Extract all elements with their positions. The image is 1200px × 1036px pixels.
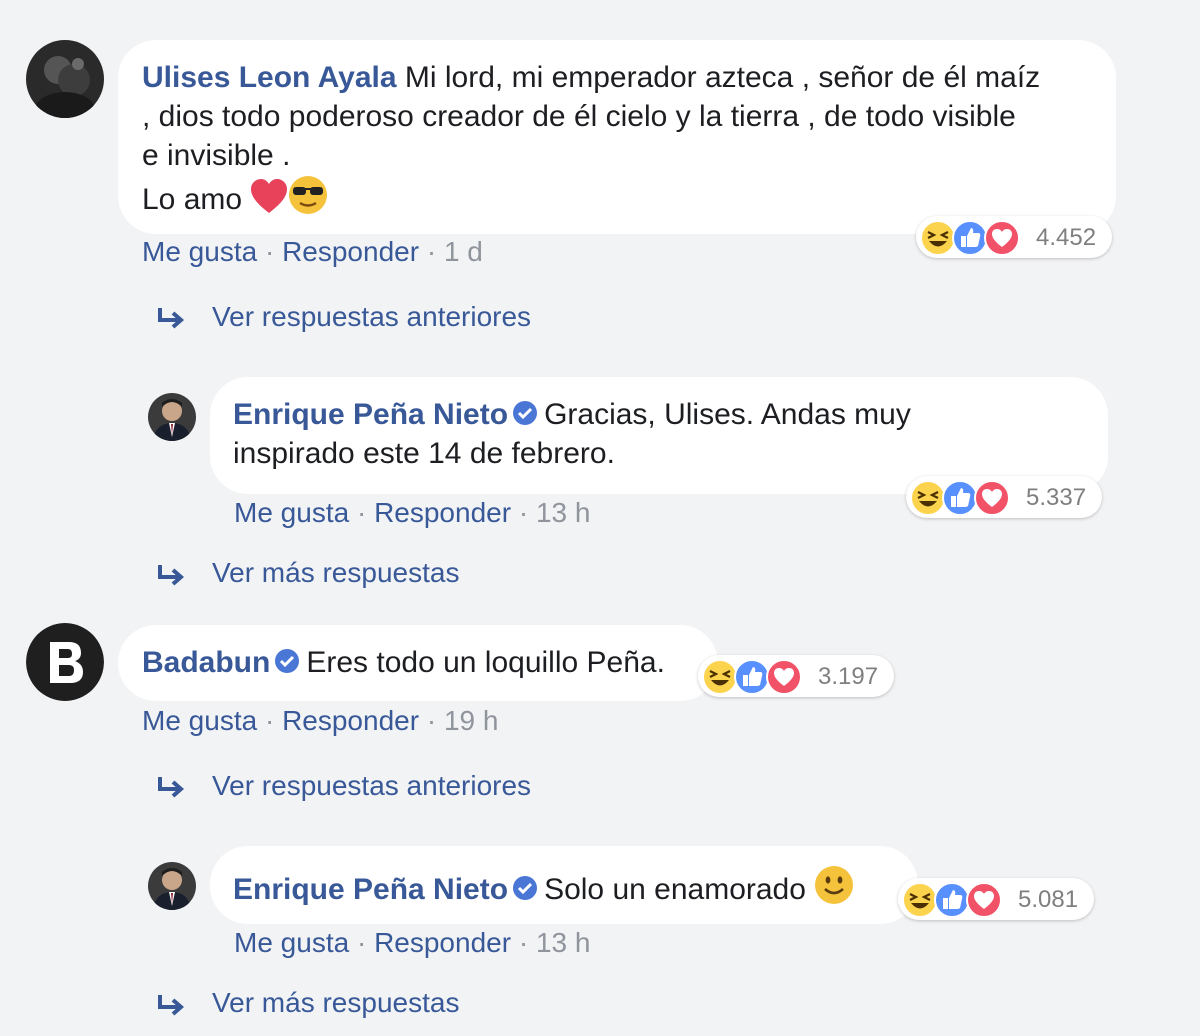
haha-icon — [920, 220, 956, 256]
verified-badge-icon — [274, 646, 300, 685]
reactions-count: 3.197 — [818, 663, 879, 690]
comment-author[interactable]: Badabun — [142, 646, 270, 679]
separator: · — [264, 236, 275, 267]
view-more-replies[interactable]: Ver más respuestas — [212, 987, 459, 1019]
reply-text: Solo un enamorado — [544, 873, 806, 906]
haha-icon — [702, 659, 738, 695]
avatar-enrique[interactable] — [148, 862, 196, 910]
separator: · — [426, 705, 437, 736]
reply-arrow-icon — [158, 995, 185, 1016]
reply-arrow-icon — [158, 308, 185, 329]
verified-badge-icon — [512, 873, 538, 912]
reply-link[interactable]: Responder — [282, 236, 419, 267]
verified-badge-icon — [512, 398, 538, 437]
comment-text-line: e invisible . — [142, 139, 291, 172]
reply-bubble: Enrique Peña Nieto Solo un enamorado — [210, 846, 918, 924]
avatar-enrique[interactable] — [148, 393, 196, 441]
love-icon — [974, 480, 1010, 516]
like-icon — [734, 659, 770, 695]
reply-link[interactable]: Responder — [282, 705, 419, 736]
reactions-count: 5.081 — [1018, 886, 1079, 913]
reactions-count: 5.337 — [1026, 484, 1087, 511]
reactions-summary[interactable]: 5.081 — [898, 878, 1094, 920]
love-icon — [966, 882, 1002, 918]
haha-icon — [902, 882, 938, 918]
reply-time[interactable]: 13 h — [536, 497, 591, 528]
reply-author[interactable]: Enrique Peña Nieto — [233, 398, 508, 431]
view-more-replies[interactable]: Ver más respuestas — [212, 557, 459, 589]
reply-actions: Me gusta · Responder · 13 h — [234, 497, 590, 529]
reactions-count: 4.452 — [1036, 224, 1097, 251]
comment-actions: Me gusta · Responder · 19 h — [142, 705, 498, 737]
cut-off-previous-text: · — [140, 0, 149, 10]
haha-icon — [910, 480, 946, 516]
comment-text-line: Mi lord, mi emperador azteca , señor de … — [404, 61, 1041, 94]
comment-time[interactable]: 19 h — [444, 705, 499, 736]
separator: · — [518, 927, 529, 958]
comment-text-line: Lo amo — [142, 183, 243, 216]
love-icon — [984, 220, 1020, 256]
reply-author[interactable]: Enrique Peña Nieto — [233, 873, 508, 906]
like-link[interactable]: Me gusta — [142, 705, 257, 736]
comment-text: Eres todo un loquillo Peña. — [306, 646, 665, 679]
reply-arrow-icon — [158, 777, 185, 798]
reply-text-line: inspirado este 14 de febrero. — [233, 437, 615, 470]
like-icon — [942, 480, 978, 516]
smiley-emoji — [814, 865, 854, 916]
reactions-summary[interactable]: 5.337 — [906, 476, 1102, 518]
reactions-summary[interactable]: 3.197 — [698, 655, 894, 697]
like-icon — [934, 882, 970, 918]
separator: · — [518, 497, 529, 528]
avatar-ulises[interactable] — [26, 40, 104, 118]
separator: · — [356, 927, 367, 958]
reply-text-line: Gracias, Ulises. Andas muy — [544, 398, 911, 431]
comment-actions: Me gusta · Responder · 1 d — [142, 236, 483, 268]
love-icon — [766, 659, 802, 695]
reply-arrow-icon — [158, 565, 185, 586]
reply-link[interactable]: Responder — [374, 927, 511, 958]
comment-bubble: Ulises Leon Ayala Mi lord, mi emperador … — [118, 40, 1116, 234]
view-previous-replies[interactable]: Ver respuestas anteriores — [212, 770, 531, 802]
like-link[interactable]: Me gusta — [142, 236, 257, 267]
avatar-badabun[interactable] — [26, 623, 104, 701]
comment-time[interactable]: 1 d — [444, 236, 483, 267]
reply-link[interactable]: Responder — [374, 497, 511, 528]
red-heart-emoji — [250, 179, 288, 226]
separator: · — [426, 236, 437, 267]
comment-bubble: Badabun Eres todo un loquillo Peña. — [118, 625, 718, 701]
separator: · — [356, 497, 367, 528]
reply-actions: Me gusta · Responder · 13 h — [234, 927, 590, 959]
sunglasses-emoji — [288, 175, 328, 226]
comment-text-line: , dios todo poderoso creador de él cielo… — [142, 100, 1016, 133]
reply-time[interactable]: 13 h — [536, 927, 591, 958]
like-link[interactable]: Me gusta — [234, 927, 349, 958]
reactions-summary[interactable]: 4.452 — [916, 216, 1112, 258]
separator: · — [264, 705, 275, 736]
like-link[interactable]: Me gusta — [234, 497, 349, 528]
comment-author[interactable]: Ulises Leon Ayala — [142, 61, 397, 94]
view-previous-replies[interactable]: Ver respuestas anteriores — [212, 301, 531, 333]
like-icon — [952, 220, 988, 256]
